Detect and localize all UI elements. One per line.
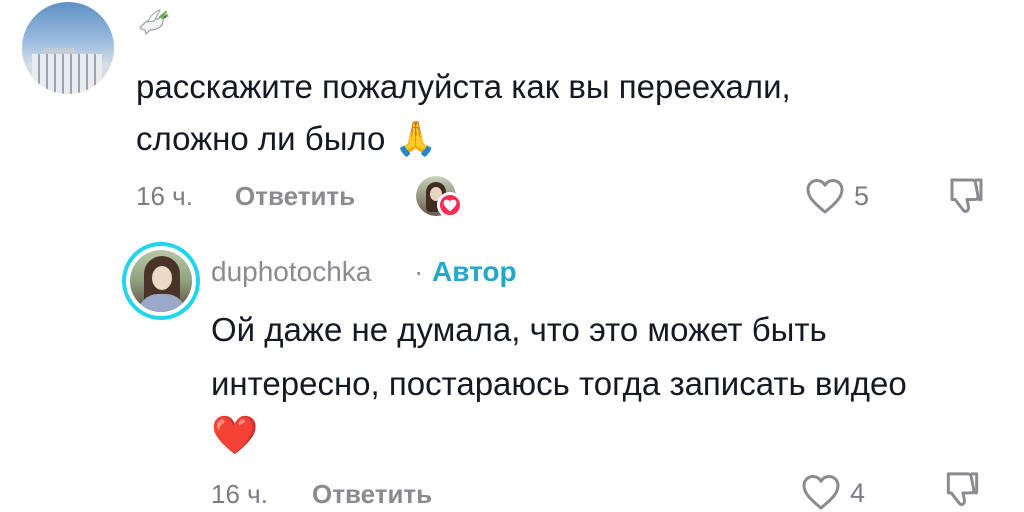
reply-reply-button[interactable]: Ответить bbox=[312, 479, 432, 510]
reply-like-heart-icon[interactable] bbox=[800, 472, 842, 512]
username-separator: · bbox=[414, 256, 424, 287]
dislike-icon[interactable] bbox=[944, 174, 988, 218]
author-badge: Автор bbox=[432, 256, 517, 287]
praying-hands-emoji: 🙏 bbox=[394, 120, 437, 158]
like-heart-icon[interactable] bbox=[804, 176, 846, 216]
reply-username[interactable]: duphotochka bbox=[211, 256, 371, 288]
comment-reply-button[interactable]: Ответить bbox=[235, 181, 355, 212]
reply-like-count: 4 bbox=[850, 478, 866, 508]
reply-text-line-1: Ой даже не думала, что это может быть bbox=[211, 311, 827, 348]
reply-dislike-icon[interactable] bbox=[940, 468, 984, 511]
author-avatar[interactable] bbox=[130, 250, 192, 312]
creator-liked-heart-icon bbox=[437, 192, 463, 218]
red-heart-emoji: ❤️ bbox=[211, 415, 259, 457]
dove-icon bbox=[136, 6, 170, 40]
comment-text-line-2-words: сложно ли было bbox=[136, 120, 386, 157]
commenter-avatar[interactable] bbox=[22, 2, 114, 94]
comment-text-line-1: расскажите пожалуйста как вы переехали, bbox=[136, 68, 791, 105]
reply-timestamp: 16 ч. bbox=[211, 479, 268, 509]
comment-timestamp: 16 ч. bbox=[136, 181, 193, 211]
like-count: 5 bbox=[854, 181, 870, 211]
reply-text-line-2: интересно, постараюсь тогда записать вид… bbox=[211, 365, 907, 402]
comment-text-line-2: сложно ли было 🙏 bbox=[136, 112, 437, 166]
